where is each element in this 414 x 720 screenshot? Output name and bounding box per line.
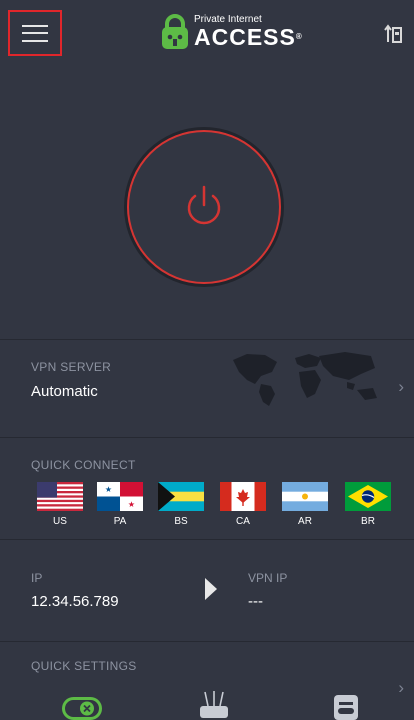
flag-br-icon <box>345 482 391 511</box>
top-bar: Private Internet ACCESS® <box>0 0 414 62</box>
app-logo: Private Internet ACCESS® <box>160 14 303 50</box>
country-code: US <box>53 516 67 527</box>
vpn-server-value: Automatic <box>31 383 98 400</box>
switch-arrows-icon[interactable] <box>384 24 402 49</box>
menu-button[interactable] <box>8 10 62 56</box>
svg-text:★: ★ <box>105 485 112 494</box>
flag-pa-icon: ★ ★ <box>97 482 143 511</box>
ip-value: 12.34.56.789 <box>31 593 119 610</box>
country-code: BS <box>174 516 188 527</box>
logo-brand-text: ACCESS® <box>194 24 303 50</box>
world-map-icon <box>233 352 377 406</box>
power-button[interactable] <box>127 130 281 284</box>
chevron-right-icon: › <box>398 678 404 697</box>
quick-connect-pa[interactable]: ★ ★ PA <box>95 482 145 527</box>
flag-bs-icon <box>158 482 204 511</box>
svg-text:★: ★ <box>128 500 135 509</box>
divider <box>0 641 414 642</box>
private-browser-icon[interactable] <box>333 694 359 720</box>
quick-connect-ca[interactable]: CA <box>218 482 268 527</box>
flag-ca-icon <box>220 482 266 511</box>
arrow-right-icon <box>205 578 217 600</box>
quick-connect-br[interactable]: BR <box>343 482 393 527</box>
country-code: AR <box>298 516 312 527</box>
ip-label: IP <box>31 571 43 585</box>
network-router-icon[interactable] <box>197 690 231 720</box>
quick-connect-ar[interactable]: AR <box>280 482 330 527</box>
flag-ar-icon <box>282 482 328 511</box>
quick-settings-label: QUICK SETTINGS <box>31 659 137 673</box>
divider <box>0 539 414 540</box>
country-code: BR <box>361 516 375 527</box>
quick-connect-bs[interactable]: BS <box>156 482 206 527</box>
vpn-server-label: VPN SERVER <box>31 360 112 374</box>
vpn-ip-label: VPN IP <box>248 571 288 585</box>
power-button-ring <box>124 127 284 287</box>
padlock-logo-icon <box>162 14 188 49</box>
hamburger-menu-icon <box>22 24 48 42</box>
chevron-right-icon: › <box>398 377 404 396</box>
vpn-ip-value: --- <box>248 593 263 610</box>
killswitch-toggle-icon[interactable] <box>62 697 102 720</box>
quick-connect-label: QUICK CONNECT <box>31 458 136 472</box>
country-code: CA <box>236 516 250 527</box>
country-code: PA <box>113 516 127 527</box>
divider <box>0 437 414 438</box>
flag-us-icon <box>37 482 83 511</box>
quick-connect-us[interactable]: US <box>35 482 85 527</box>
power-icon <box>187 185 221 225</box>
